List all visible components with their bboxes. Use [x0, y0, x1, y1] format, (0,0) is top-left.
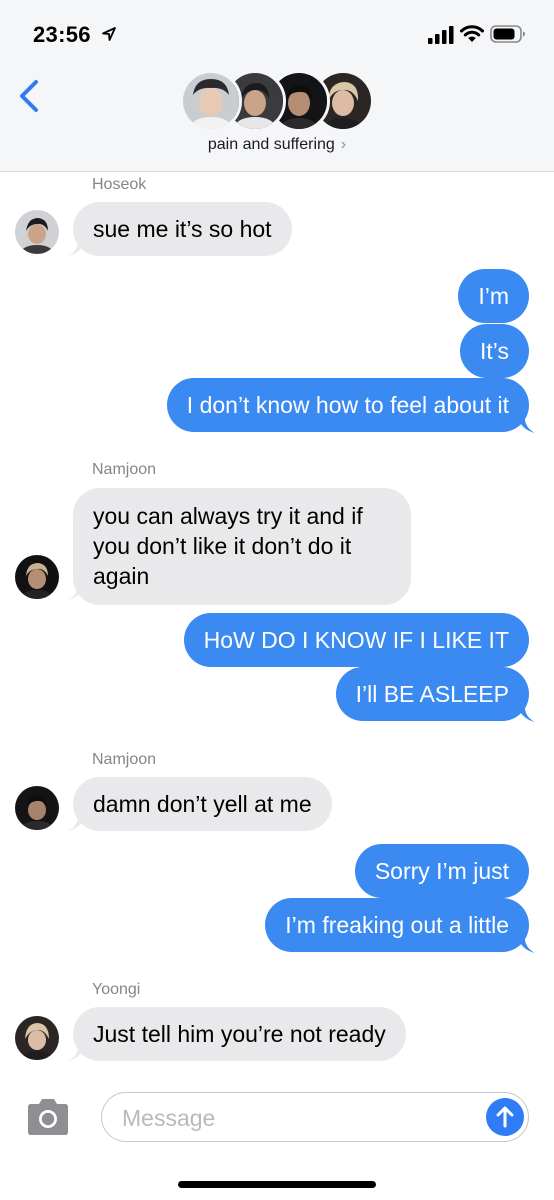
- person-photo-icon: [15, 786, 59, 830]
- group-name: pain and suffering: [207, 136, 335, 153]
- back-button[interactable]: [14, 74, 46, 118]
- message-bubble-outgoing[interactable]: I don’t know how to feel about it: [166, 378, 529, 432]
- person-photo-icon: [15, 1016, 59, 1060]
- message-bubble-incoming[interactable]: damn don’t yell at me: [73, 777, 332, 831]
- group-name-button[interactable]: pain and suffering ›: [0, 136, 554, 154]
- location-arrow-icon: [102, 27, 116, 41]
- battery-icon: [490, 25, 525, 43]
- message-bubble-outgoing[interactable]: HoW DO I KNOW IF I LIKE IT: [183, 613, 529, 667]
- cellular-signal-icon: [428, 26, 454, 44]
- message-input-container: [101, 1092, 529, 1142]
- home-indicator: [178, 1181, 376, 1188]
- message-bubble-outgoing[interactable]: I’ll BE ASLEEP: [335, 667, 529, 721]
- person-photo-icon: [183, 73, 239, 129]
- status-bar: 23:56: [0, 0, 554, 66]
- sender-name: Namjoon: [92, 461, 157, 478]
- sender-avatar: [15, 555, 59, 599]
- message-bubble-incoming[interactable]: sue me it’s so hot: [73, 202, 292, 256]
- arrow-up-icon: [496, 1106, 514, 1128]
- message-bubble-incoming[interactable]: you can always try it and if you don’t l…: [73, 488, 411, 605]
- conversation-header: pain and suffering ›: [0, 66, 554, 172]
- person-photo-icon: [15, 210, 59, 254]
- message-bubble-outgoing[interactable]: It’s: [460, 324, 529, 378]
- sender-avatar: [15, 210, 59, 254]
- status-time: 23:56: [33, 22, 91, 47]
- sender-name: Yoongi: [92, 981, 141, 998]
- sender-name: Hoseok: [92, 176, 147, 193]
- sender-avatar: [15, 1016, 59, 1060]
- message-bubble-outgoing[interactable]: I’m freaking out a little: [265, 898, 529, 952]
- group-avatars[interactable]: [180, 70, 374, 132]
- message-bubble-outgoing[interactable]: Sorry I’m just: [354, 844, 529, 898]
- wifi-icon: [460, 25, 484, 42]
- camera-icon[interactable]: [24, 1098, 72, 1136]
- sender-avatar: [15, 786, 59, 830]
- message-input[interactable]: [122, 1101, 472, 1135]
- send-button[interactable]: [486, 1098, 524, 1136]
- sender-name: Namjoon: [92, 751, 157, 768]
- message-bubble-outgoing[interactable]: I’m: [458, 269, 529, 323]
- person-photo-icon: [15, 555, 59, 599]
- group-avatar: [180, 70, 242, 132]
- chevron-right-icon: ›: [340, 136, 347, 153]
- message-bubble-incoming[interactable]: Just tell him you’re not ready: [73, 1007, 406, 1061]
